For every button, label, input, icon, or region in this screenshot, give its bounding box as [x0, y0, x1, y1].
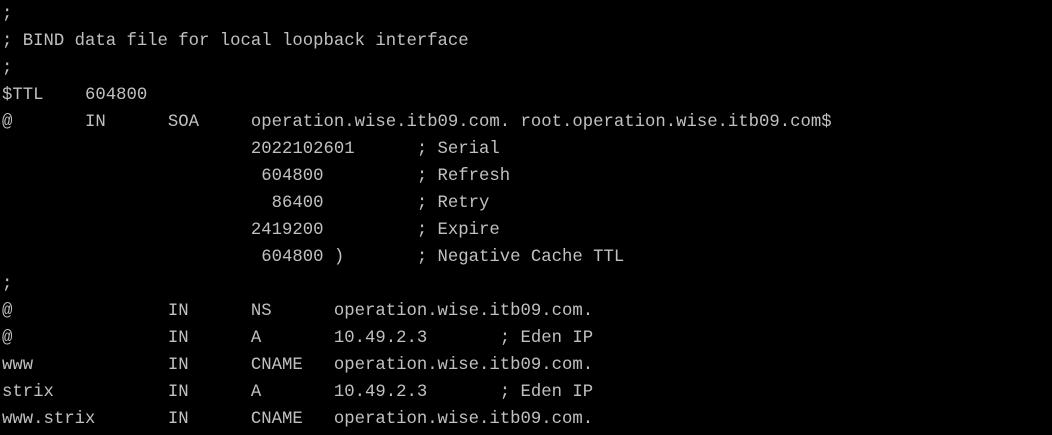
file-line-9: 2419200 ; Expire	[2, 221, 500, 240]
terminal-window[interactable]: ; ; BIND data file for local loopback in…	[0, 0, 1052, 435]
file-line-14: www IN CNAME operation.wise.itb09.com.	[2, 356, 594, 375]
file-line-16: www.strix IN CNAME operation.wise.itb09.…	[2, 410, 594, 429]
file-line-2: ; BIND data file for local loopback inte…	[2, 32, 469, 51]
file-line-11: ;	[2, 275, 13, 294]
file-line-4: $TTL 604800	[2, 86, 148, 105]
file-line-5: @ IN SOA operation.wise.itb09.com. root.…	[2, 113, 832, 132]
file-line-12: @ IN NS operation.wise.itb09.com.	[2, 302, 594, 321]
file-line-7: 604800 ; Refresh	[2, 167, 511, 186]
file-line-3: ;	[2, 59, 13, 78]
file-line-6: 2022102601 ; Serial	[2, 140, 500, 159]
file-line-10: 604800 ) ; Negative Cache TTL	[2, 248, 625, 267]
file-line-8: 86400 ; Retry	[2, 194, 490, 213]
file-line-1: ;	[2, 5, 13, 24]
file-line-15: strix IN A 10.49.2.3 ; Eden IP	[2, 383, 594, 402]
file-line-13: @ IN A 10.49.2.3 ; Eden IP	[2, 329, 594, 348]
